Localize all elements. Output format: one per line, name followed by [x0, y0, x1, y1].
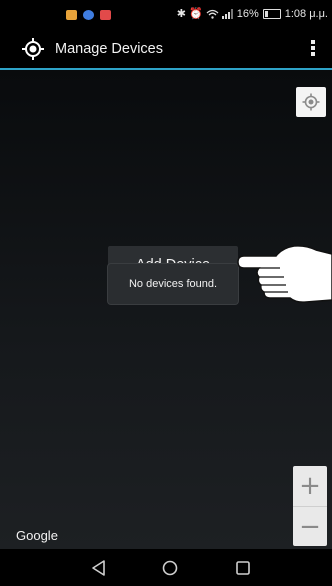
zoom-in-button[interactable]: +: [293, 466, 327, 506]
wifi-icon: [206, 9, 219, 19]
google-logo: Google: [16, 528, 58, 543]
alarm-icon: ⏰: [189, 7, 203, 20]
toast-message: No devices found.: [108, 264, 238, 304]
app-bar: Manage Devices: [0, 30, 332, 70]
back-icon[interactable]: [88, 557, 110, 579]
status-time: 1:08 μ.μ.: [284, 7, 328, 20]
zoom-controls: + −: [293, 466, 327, 546]
pointing-hand-icon: [237, 245, 332, 303]
home-icon[interactable]: [159, 557, 181, 579]
overflow-menu-icon[interactable]: [306, 38, 320, 62]
bluetooth-icon: ✱: [176, 7, 186, 20]
page-title: Manage Devices: [55, 41, 163, 57]
navigation-bar: [0, 549, 332, 586]
battery-percent: 16%: [236, 7, 259, 20]
notification-blue-icon: [83, 10, 94, 20]
signal-icon: [221, 8, 233, 19]
my-location-button[interactable]: [296, 87, 326, 117]
status-indicators: ✱ ⏰ 16% 1:08 μ.μ.: [177, 7, 328, 20]
notification-orange-icon: [66, 10, 77, 20]
notification-icons: [66, 10, 111, 20]
crosshair-logo-icon: [22, 38, 44, 60]
notification-red-icon: [100, 10, 111, 20]
status-bar: ✱ ⏰ 16% 1:08 μ.μ.: [0, 0, 332, 30]
zoom-out-button[interactable]: −: [293, 506, 327, 546]
recents-icon[interactable]: [232, 557, 254, 579]
my-location-icon: [302, 93, 320, 111]
battery-icon: [262, 8, 281, 19]
map-view[interactable]: [0, 70, 332, 549]
